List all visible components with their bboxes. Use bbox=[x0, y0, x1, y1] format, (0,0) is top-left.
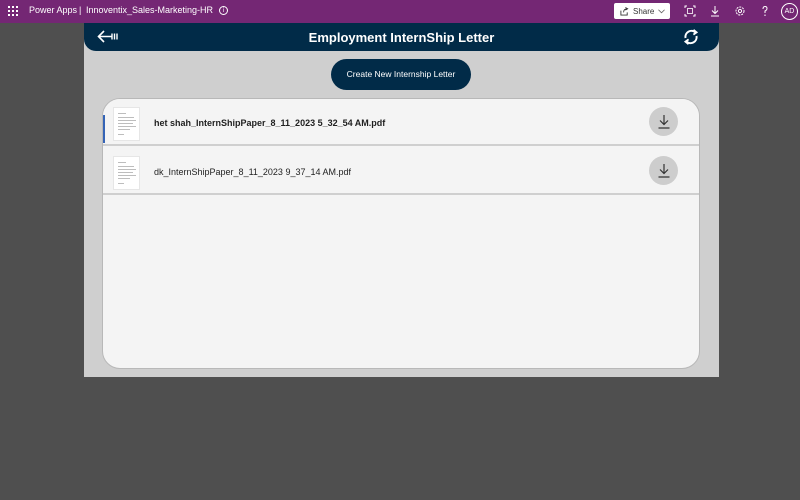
list-item[interactable]: dk_InternShipPaper_8_11_2023 9_37_14 AM.… bbox=[103, 148, 699, 195]
waffle-icon[interactable] bbox=[8, 6, 18, 16]
download-icon[interactable] bbox=[709, 5, 721, 17]
app-header: Employment InternShip Letter bbox=[84, 23, 719, 51]
fit-screen-icon[interactable] bbox=[684, 5, 696, 17]
pdf-thumbnail-icon bbox=[113, 156, 140, 190]
app-canvas: Employment InternShip Letter Create New … bbox=[84, 23, 719, 377]
share-button[interactable]: Share bbox=[614, 3, 670, 19]
download-file-button[interactable] bbox=[649, 107, 678, 136]
refresh-icon[interactable] bbox=[681, 27, 701, 47]
title-separator: | bbox=[79, 5, 82, 15]
download-icon bbox=[658, 115, 669, 129]
file-name: dk_InternShipPaper_8_11_2023 9_37_14 AM.… bbox=[154, 167, 351, 177]
create-internship-letter-button[interactable]: Create New Internship Letter bbox=[331, 59, 471, 90]
top-bar: Power Apps | Innoventix_Sales-Marketing-… bbox=[0, 0, 800, 23]
download-file-button[interactable] bbox=[649, 156, 678, 185]
file-gallery: het shah_InternShipPaper_8_11_2023 5_32_… bbox=[102, 98, 700, 369]
avatar[interactable]: AD bbox=[781, 3, 798, 20]
list-item[interactable]: het shah_InternShipPaper_8_11_2023 5_32_… bbox=[103, 99, 699, 146]
app-name[interactable]: Power Apps bbox=[29, 5, 77, 15]
info-icon[interactable]: i bbox=[219, 6, 228, 15]
help-icon[interactable] bbox=[759, 5, 771, 17]
settings-icon[interactable] bbox=[734, 5, 746, 17]
file-name: het shah_InternShipPaper_8_11_2023 5_32_… bbox=[154, 118, 386, 128]
chevron-down-icon bbox=[658, 8, 666, 13]
pdf-thumbnail-icon bbox=[113, 107, 140, 141]
share-label: Share bbox=[633, 6, 655, 16]
share-icon bbox=[620, 6, 629, 16]
page-title: Employment InternShip Letter bbox=[308, 30, 495, 45]
download-icon bbox=[658, 164, 669, 178]
environment-name: Innoventix_Sales-Marketing-HR bbox=[86, 5, 214, 15]
